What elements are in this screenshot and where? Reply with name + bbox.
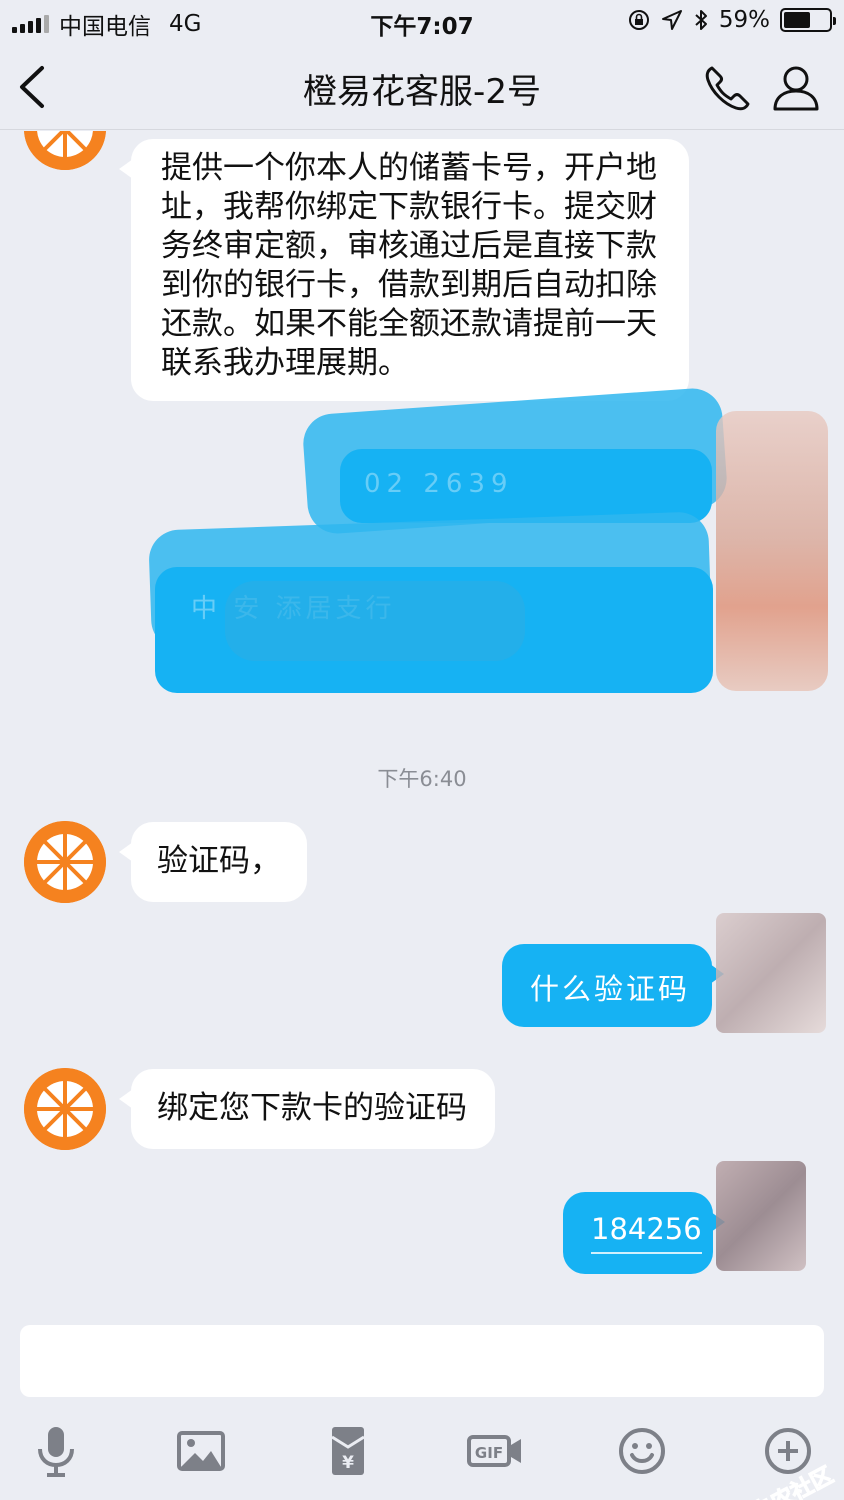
status-bar: 中国电信 4G 下午7:07 59% [0,0,844,44]
outgoing-message[interactable]: 184256 [563,1192,725,1274]
message-input[interactable] [20,1325,824,1397]
svg-text:GIF: GIF [475,1444,503,1462]
agent-avatar[interactable] [24,131,106,170]
input-area: ¥ GIF 卡农社区 [0,1311,844,1500]
chevron-left-icon [20,66,44,108]
person-icon [773,66,819,111]
voice-button[interactable] [26,1421,86,1481]
gif-button[interactable]: GIF [465,1421,525,1481]
bluetooth-icon [695,10,707,30]
gif-icon: GIF [467,1435,521,1467]
emoji-button[interactable] [612,1421,672,1481]
outgoing-message[interactable]: 什么验证码 [502,944,724,1027]
incoming-message[interactable]: 验证码， [119,822,307,902]
orange-slice-icon [24,131,106,170]
nav-bar: 橙易花客服-2号 [0,44,844,130]
emoji-icon [619,1428,665,1474]
call-button[interactable] [702,62,754,114]
agent-avatar[interactable] [24,1068,106,1150]
status-right: 59% [627,7,836,33]
microphone-icon [38,1427,74,1477]
image-button[interactable] [171,1421,231,1481]
user-avatar-redacted [716,411,828,691]
image-icon [177,1431,225,1471]
back-button[interactable] [12,62,52,112]
battery-percent: 59% [718,7,770,33]
svg-text:¥: ¥ [342,1453,354,1473]
orange-slice-icon [24,821,106,903]
redacted-outgoing-message[interactable]: 02 2639 [340,449,712,523]
toolbar: ¥ GIF [0,1411,844,1491]
redaction-scribble [225,581,525,661]
location-icon [661,10,682,30]
chat-area[interactable]: 提供一个你本人的储蓄卡号，开户地址，我帮你绑定下款银行卡。提交财务终审定额，审核… [0,131,844,1311]
red-packet-button[interactable]: ¥ [318,1421,378,1481]
red-packet-icon: ¥ [331,1427,365,1475]
orange-slice-icon [24,1068,106,1150]
verification-code-link[interactable]: 184256 [591,1212,702,1254]
incoming-message[interactable]: 绑定您下款卡的验证码 [119,1069,495,1149]
time-separator: 下午6:40 [377,767,467,791]
battery-icon [780,8,836,32]
phone-icon [705,66,750,111]
battery-level [784,12,810,28]
rotation-lock-icon [628,10,649,30]
redacted-text: 02 2639 [364,469,514,499]
profile-button[interactable] [770,62,822,114]
incoming-message[interactable]: 提供一个你本人的储蓄卡号，开户地址，我帮你绑定下款银行卡。提交财务终审定额，审核… [119,139,689,401]
agent-avatar[interactable] [24,821,106,903]
user-avatar-redacted [716,1161,806,1271]
user-avatar-redacted [716,913,826,1033]
